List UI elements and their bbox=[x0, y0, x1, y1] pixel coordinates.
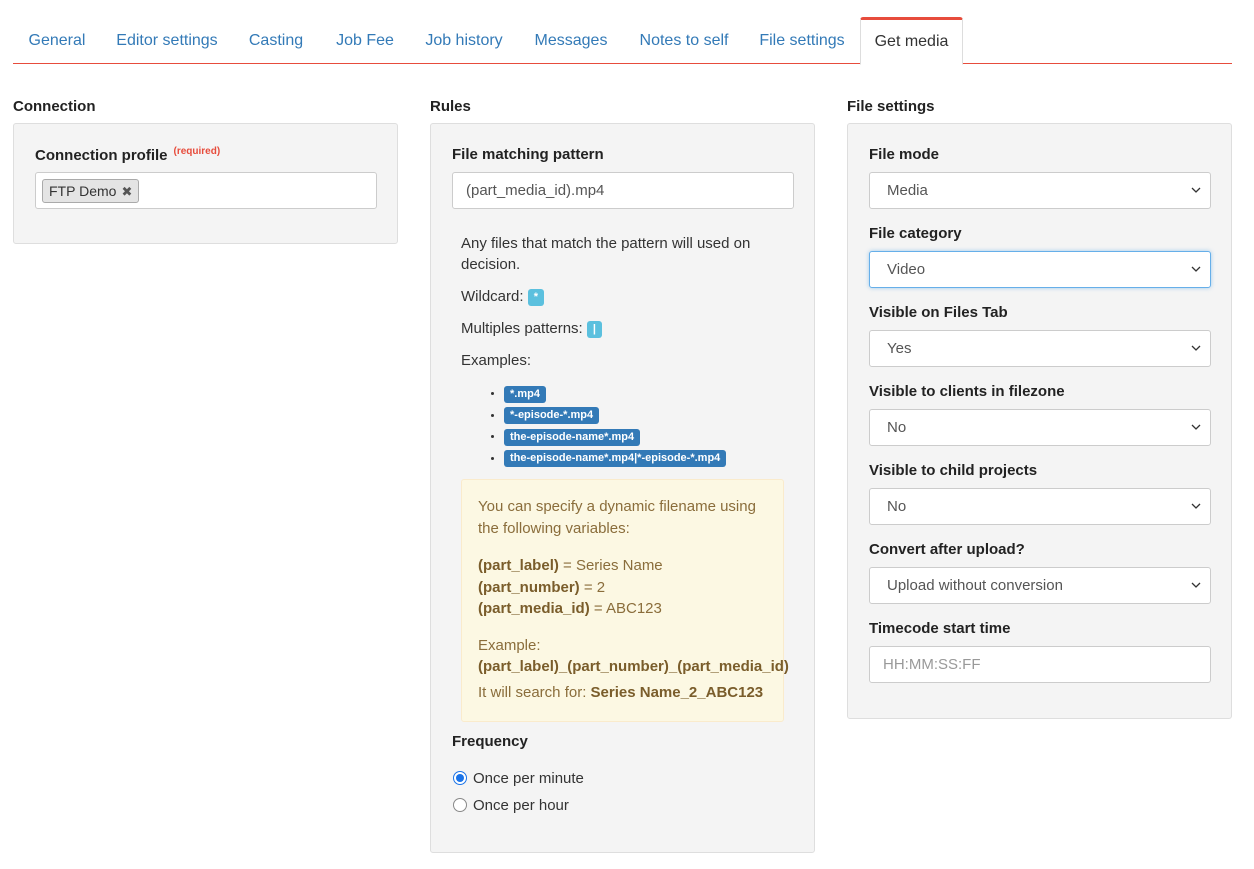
file-mode-select[interactable]: Media bbox=[869, 172, 1211, 209]
tab-messages[interactable]: Messages bbox=[524, 17, 618, 64]
pattern-help-text: Any files that match the pattern will us… bbox=[461, 235, 751, 273]
chevron-down-icon bbox=[1191, 582, 1201, 588]
example-chip: the-episode-name*.mp4|*-episode-*.mp4 bbox=[504, 450, 727, 468]
example-chip: *-episode-*.mp4 bbox=[504, 407, 600, 425]
file-mode-label: File mode bbox=[869, 146, 940, 163]
multiple-line: Multiples patterns: | bbox=[461, 318, 602, 339]
list-item: the-episode-name*.mp4 bbox=[504, 427, 726, 449]
chevron-down-icon bbox=[1191, 424, 1201, 430]
timecode-placeholder: HH:MM:SS:FF bbox=[883, 656, 981, 673]
visible-child-select[interactable]: No bbox=[869, 488, 1211, 525]
visible-child-label: Visible to child projects bbox=[869, 462, 1038, 479]
tab-notes-to-self[interactable]: Notes to self bbox=[629, 17, 739, 64]
connection-profile-label: Connection profile (required) bbox=[35, 146, 221, 164]
get-media-page: General Editor settings Casting Job Fee … bbox=[0, 0, 1254, 869]
tab-file-settings[interactable]: File settings bbox=[749, 17, 855, 64]
note-intro: You can specify a dynamic filename using… bbox=[478, 498, 756, 537]
examples-list: *.mp4 *-episode-*.mp4 the-episode-name*.… bbox=[480, 384, 727, 471]
file-category-select[interactable]: Video bbox=[869, 251, 1211, 288]
file-pattern-label: File matching pattern bbox=[452, 146, 604, 163]
frequency-label: Frequency bbox=[452, 733, 528, 750]
list-item: the-episode-name*.mp4|*-episode-*.mp4 bbox=[504, 449, 727, 471]
chevron-down-icon bbox=[1191, 345, 1201, 351]
tab-editor-settings[interactable]: Editor settings bbox=[106, 17, 228, 64]
connection-profile-select[interactable]: FTP Demo ✖ bbox=[35, 172, 377, 209]
wildcard-line: Wildcard: * bbox=[461, 286, 544, 307]
example-chip: the-episode-name*.mp4 bbox=[504, 428, 641, 446]
dynamic-filename-note: You can specify a dynamic filename using… bbox=[461, 479, 789, 722]
radio-unchecked-icon[interactable] bbox=[453, 798, 467, 812]
connection-title: Connection bbox=[13, 98, 96, 115]
visible-clients-label: Visible to clients in filezone bbox=[869, 383, 1065, 400]
tab-job-history[interactable]: Job history bbox=[416, 17, 512, 64]
tab-casting[interactable]: Casting bbox=[239, 17, 313, 64]
selected-tag-ftp-demo: FTP Demo ✖ bbox=[42, 179, 140, 203]
tab-job-fee[interactable]: Job Fee bbox=[324, 17, 406, 64]
timecode-input[interactable]: HH:MM:SS:FF bbox=[869, 646, 1211, 683]
chevron-down-icon bbox=[1191, 266, 1201, 272]
list-item: *-episode-*.mp4 bbox=[504, 406, 726, 428]
note-var-part-number: (part_number) = 2 bbox=[478, 578, 606, 596]
rules-panel: File matching pattern (part_media_id).mp… bbox=[430, 123, 815, 853]
file-category-label: File category bbox=[869, 225, 962, 242]
visible-clients-select[interactable]: No bbox=[869, 409, 1211, 446]
file-pattern-input[interactable]: (part_media_id).mp4 bbox=[452, 172, 794, 209]
visible-files-tab-select[interactable]: Yes bbox=[869, 330, 1211, 367]
note-var-part-media-id: (part_media_id) = ABC123 bbox=[478, 600, 662, 617]
file-settings-title: File settings bbox=[847, 98, 935, 115]
remove-tag-icon[interactable]: ✖ bbox=[121, 184, 132, 199]
frequency-option-hour[interactable]: Once per hour bbox=[453, 797, 569, 814]
chevron-down-icon bbox=[1191, 187, 1201, 193]
rules-title: Rules bbox=[430, 98, 471, 115]
timecode-label: Timecode start time bbox=[869, 620, 1011, 637]
note-search: It will search for: Series Name_2_ABC123 bbox=[478, 683, 764, 701]
convert-after-upload-label: Convert after upload? bbox=[869, 541, 1025, 558]
frequency-option-minute[interactable]: Once per minute bbox=[453, 770, 584, 787]
file-settings-panel: File mode Media File category Video Visi… bbox=[847, 123, 1232, 719]
list-item: *.mp4 bbox=[504, 384, 726, 406]
chevron-down-icon bbox=[1191, 503, 1201, 509]
required-marker: (required) bbox=[173, 146, 221, 157]
connection-panel: Connection profile (required) FTP Demo ✖ bbox=[13, 123, 398, 244]
note-example-label: Example: bbox=[478, 636, 541, 654]
convert-after-upload-select[interactable]: Upload without conversion bbox=[869, 567, 1211, 604]
multiple-badge: | bbox=[586, 320, 602, 338]
tab-get-media[interactable]: Get media bbox=[860, 17, 963, 65]
wildcard-badge: * bbox=[527, 288, 544, 306]
examples-label: Examples: bbox=[461, 352, 532, 369]
example-chip: *.mp4 bbox=[504, 385, 546, 403]
note-var-part-label: (part_label) = Series Name bbox=[478, 557, 663, 574]
visible-files-tab-label: Visible on Files Tab bbox=[869, 304, 1008, 321]
note-example-value: (part_label)_(part_number)_(part_media_i… bbox=[478, 658, 789, 675]
radio-checked-icon[interactable] bbox=[453, 771, 467, 785]
tab-bar: General Editor settings Casting Job Fee … bbox=[13, 17, 1232, 65]
tab-general[interactable]: General bbox=[13, 17, 101, 64]
